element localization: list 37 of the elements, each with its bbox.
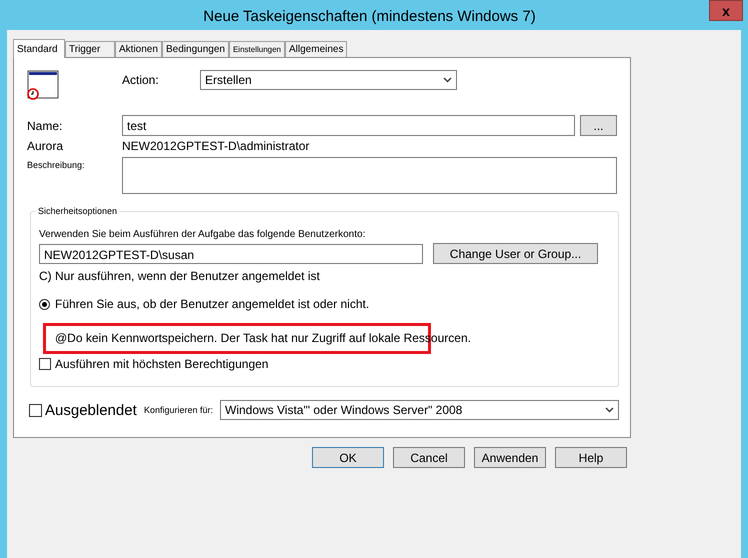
author-value: NEW2012GPTEST-D\administrator xyxy=(122,139,310,153)
tab[interactable]: Allgemeines xyxy=(285,41,348,57)
tab[interactable]: Bedingungen xyxy=(162,41,229,57)
dialog-button[interactable]: Cancel xyxy=(393,447,465,468)
chevron-down-icon xyxy=(443,77,452,83)
action-dropdown[interactable]: Erstellen xyxy=(200,70,457,90)
account-field[interactable]: NEW2012GPTEST-D\susan xyxy=(39,244,423,264)
chevron-down-icon xyxy=(605,407,614,413)
tab[interactable]: Trigger xyxy=(65,41,115,57)
highest-privileges-label: Ausführen mit höchsten Berechtigungen xyxy=(55,357,268,371)
dialog-button[interactable]: Anwenden xyxy=(474,447,546,468)
description-label: Beschreibung: xyxy=(27,159,86,170)
description-field[interactable] xyxy=(122,157,617,194)
tab[interactable]: Aktionen xyxy=(115,41,162,57)
hidden-checkbox[interactable] xyxy=(29,404,42,416)
group-legend: Sicherheitsoptionen xyxy=(36,206,120,216)
name-field[interactable]: test xyxy=(122,115,575,136)
logged-on-option: C) Nur ausführen, wenn der Benutzer angemeldet ist xyxy=(39,269,320,283)
configure-dropdown[interactable]: Windows Vista"' oder Windows Server" 2008 xyxy=(220,400,619,420)
name-label: Name: xyxy=(27,118,64,132)
radio-button[interactable] xyxy=(39,298,50,310)
checkbox[interactable] xyxy=(39,358,51,370)
dialog-button[interactable]: Help xyxy=(555,447,627,468)
configure-label: Konfigurieren für: xyxy=(144,405,214,415)
tab[interactable]: Standard xyxy=(13,39,65,58)
task-window-icon xyxy=(27,70,59,100)
radio-label: Führen Sie aus, ob der Benutzer angemeldet ist oder nicht. xyxy=(55,297,370,311)
account-label: Verwenden Sie beim Ausführen der Aufgabe das folgende Benutzerkonto: xyxy=(39,229,366,240)
tab[interactable]: Einstellungen xyxy=(228,41,285,57)
change-user-button[interactable]: Change User or Group... xyxy=(433,243,598,264)
window-title: Neue Taskeigenschaften (mindestens Windows 7) xyxy=(202,7,537,25)
action-label: Action: xyxy=(122,72,160,87)
browse-button[interactable]: ... xyxy=(580,115,617,136)
dialog-button[interactable]: OK xyxy=(312,447,384,468)
hidden-label: Ausgeblendet xyxy=(45,402,138,418)
author-label: Aurora xyxy=(27,139,64,153)
close-button[interactable]: x xyxy=(709,0,743,21)
